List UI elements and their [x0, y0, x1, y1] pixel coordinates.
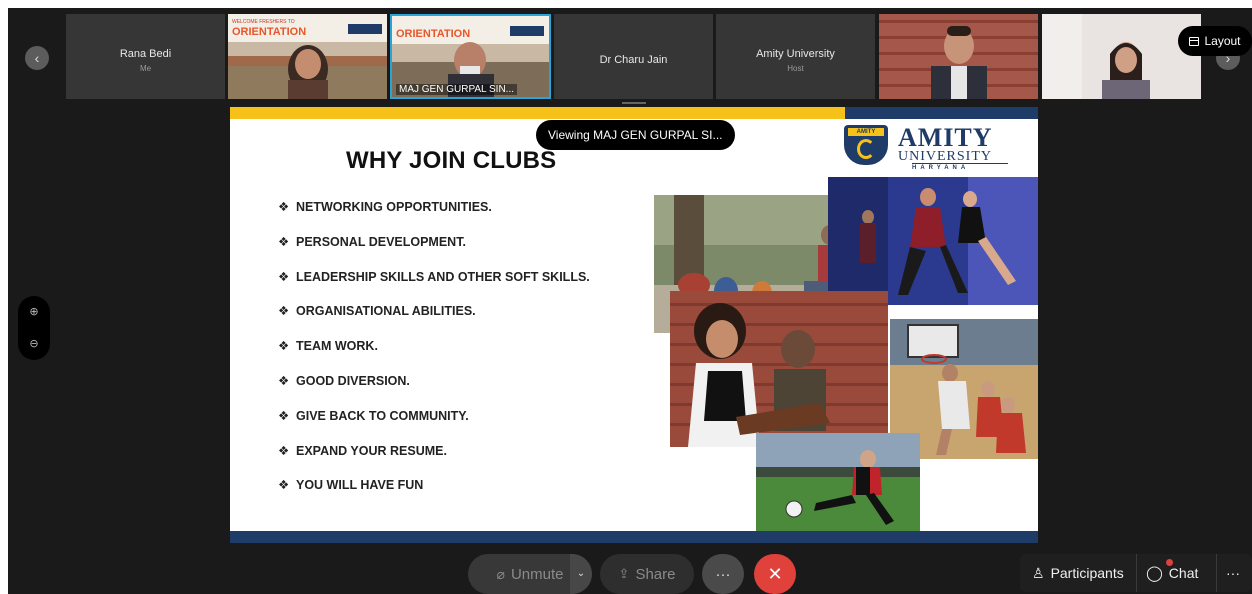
bullet-diamond-icon: ❖	[278, 443, 290, 458]
layout-label: Layout	[1204, 34, 1241, 48]
chat-label: Chat	[1168, 565, 1199, 581]
slide-bullet-list: ❖ NETWORKING OPPORTUNITIES. ❖ PERSONAL DEV…	[278, 199, 590, 512]
participant-name: Amity University	[756, 48, 835, 60]
overflow-menu-button[interactable]: ···	[1226, 554, 1240, 592]
photo-football	[756, 433, 920, 537]
more-options-button[interactable]: ···	[702, 554, 744, 594]
list-item: ❖ GOOD DIVERSION.	[278, 373, 410, 388]
bullet-diamond-icon: ❖	[278, 304, 290, 319]
zoom-in-icon[interactable]: ⊕	[18, 296, 50, 328]
shared-screen-slide: WHY JOIN CLUBS ❖ NETWORKING OPPORTUNITIES…	[230, 107, 1038, 543]
participant-name: Rana Bedi	[119, 48, 172, 60]
svg-text:ORIENTATION: ORIENTATION	[396, 28, 470, 40]
active-speaker-name: MAJ GEN GURPAL SIN...	[396, 84, 518, 95]
zoom-out-icon[interactable]: ⊖	[18, 328, 50, 360]
meeting-window: ‹ › Rana Bedi Me WELCOME FRESHERS TO ORI…	[8, 8, 1252, 594]
svg-text:ORIENTATION: ORIENTATION	[232, 26, 306, 38]
participant-tile-active-speaker[interactable]: ORIENTATION MAJ GEN GURPAL SIN...	[390, 14, 551, 99]
slide-top-bar-navy	[845, 107, 1038, 119]
participant-tile-video-2[interactable]	[879, 14, 1038, 99]
amity-logo: AMITY AMITY UNIVERSITY HARYANA	[842, 123, 1012, 171]
bullet-diamond-icon: ❖	[278, 478, 290, 493]
list-item: ❖ LEADERSHIP SKILLS AND OTHER SOFT SKILLS…	[278, 269, 590, 284]
leave-meeting-button[interactable]: ✕	[754, 554, 796, 594]
list-item: ❖ ORGANISATIONAL ABILITIES.	[278, 304, 476, 319]
participant-video	[1042, 14, 1201, 99]
participant-video: WELCOME FRESHERS TO ORIENTATION	[228, 14, 387, 99]
bullet-diamond-icon: ❖	[278, 269, 290, 284]
participant-tile-rana-bedi[interactable]: Rana Bedi Me	[66, 14, 225, 99]
right-toolbar: ♙ Participants ◯ Chat ···	[1020, 554, 1252, 592]
bullet-diamond-icon: ❖	[278, 373, 290, 388]
unread-indicator	[1166, 559, 1173, 566]
slide-bottom-bar	[230, 531, 1038, 543]
participant-role: Me	[139, 64, 152, 73]
share-screen-icon: ⇪	[618, 566, 630, 581]
participant-tile-video-3[interactable]	[1042, 14, 1201, 99]
toolbar-divider	[1216, 554, 1217, 592]
splitter-handle[interactable]	[622, 102, 646, 104]
list-item: ❖ NETWORKING OPPORTUNITIES.	[278, 200, 492, 214]
bullet-diamond-icon: ❖	[278, 339, 290, 354]
participants-label: Participants	[1050, 565, 1124, 581]
amity-shield-icon: AMITY	[844, 125, 888, 165]
toolbar-divider	[1136, 554, 1137, 592]
participant-name: Dr Charu Jain	[599, 54, 668, 66]
video-caption-small: WELCOME FRESHERS TO	[232, 19, 295, 25]
unmute-button[interactable]: ⌀ Unmute ⌄	[468, 554, 592, 594]
share-label: Share	[635, 565, 676, 583]
photo-dance-performance	[828, 177, 1038, 305]
microphone-muted-icon: ⌀	[496, 565, 505, 582]
layout-icon	[1189, 36, 1200, 46]
participant-video	[879, 14, 1038, 99]
bullet-diamond-icon: ❖	[278, 234, 290, 249]
participant-tile-amity-university[interactable]: Amity University Host	[716, 14, 875, 99]
list-item: ❖ YOU WILL HAVE FUN	[278, 478, 424, 493]
close-icon: ✕	[767, 563, 783, 584]
prev-page-icon[interactable]: ‹	[25, 46, 49, 70]
zoom-controls: ⊕ ⊖	[18, 296, 50, 360]
share-button[interactable]: ⇪ Share	[600, 554, 694, 594]
slide-title: WHY JOIN CLUBS	[346, 147, 557, 174]
viewing-banner: Viewing MAJ GEN GURPAL SI...	[536, 120, 735, 150]
list-item: ❖ GIVE BACK TO COMMUNITY.	[278, 408, 469, 423]
list-item: ❖ EXPAND YOUR RESUME.	[278, 443, 447, 458]
ellipsis-icon: ···	[715, 565, 731, 583]
layout-button[interactable]: Layout	[1178, 26, 1252, 56]
bullet-diamond-icon: ❖	[278, 408, 290, 423]
list-item: ❖ TEAM WORK.	[278, 339, 378, 354]
person-icon: ♙	[1032, 564, 1045, 581]
slide-top-bar-yellow	[230, 107, 845, 119]
participant-tile-video-1[interactable]: WELCOME FRESHERS TO ORIENTATION	[228, 14, 387, 99]
bullet-diamond-icon: ❖	[278, 200, 290, 214]
ellipsis-icon: ···	[1226, 565, 1240, 581]
unmute-label: Unmute	[510, 565, 564, 583]
list-item: ❖ PERSONAL DEVELOPMENT.	[278, 234, 466, 249]
audio-options-chevron-icon[interactable]: ⌄	[570, 554, 592, 594]
photo-debate-students	[670, 291, 888, 447]
participant-tile-dr-charu-jain[interactable]: Dr Charu Jain	[554, 14, 713, 99]
chat-bubble-icon: ◯	[1146, 565, 1163, 582]
participants-button[interactable]: ♙ Participants	[1032, 554, 1124, 592]
participant-role: Host	[787, 64, 804, 73]
